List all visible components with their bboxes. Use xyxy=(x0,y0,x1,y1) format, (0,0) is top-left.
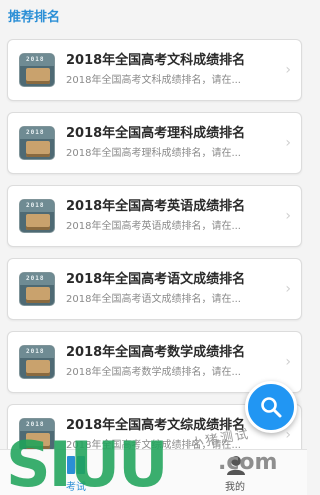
chevron-right-icon: › xyxy=(285,208,291,224)
card-description: 2018年全国高考语文成绩排名，请在... xyxy=(66,294,241,305)
search-icon xyxy=(261,397,282,418)
chevron-right-icon: › xyxy=(285,62,291,78)
card-description: 2018年全国高考理科成绩排名，请在... xyxy=(66,148,241,159)
card-title: 2018年全国高考文科成绩排名 xyxy=(66,53,246,68)
svg-text:SIUU: SIUU xyxy=(6,428,166,495)
ranking-card-chinese[interactable]: 2018 2018年全国高考语文成绩排名 2018年全国高考语文成绩排名，请在.… xyxy=(7,258,302,320)
chevron-right-icon: › xyxy=(285,427,291,443)
book-cover-thumbnail: 2018 xyxy=(19,345,55,379)
card-title: 2018年全国高考数学成绩排名 xyxy=(66,345,246,360)
card-title: 2018年全国高考语文成绩排名 xyxy=(66,272,246,287)
book-cover-thumbnail: 2018 xyxy=(19,272,55,306)
section-title: 推荐排名 xyxy=(8,10,61,25)
ranking-card-like[interactable]: 2018 2018年全国高考理科成绩排名 2018年全国高考理科成绩排名，请在.… xyxy=(7,112,302,174)
book-cover-thumbnail: 2018 xyxy=(19,53,55,87)
card-description: 2018年全国高考文科成绩排名，请在... xyxy=(66,75,241,86)
book-cover-thumbnail: 2018 xyxy=(19,126,55,160)
card-title: 2018年全国高考英语成绩排名 xyxy=(66,199,246,214)
chevron-right-icon: › xyxy=(285,354,291,370)
chevron-right-icon: › xyxy=(285,281,291,297)
ranking-card-wenke[interactable]: 2018 2018年全国高考文科成绩排名 2018年全国高考文科成绩排名，请在.… xyxy=(7,39,302,101)
app-page: 推荐排名 2018 2018年全国高考文科成绩排名 2018年全国高考文科成绩排… xyxy=(0,0,307,495)
card-description: 2018年全国高考数学成绩排名，请在... xyxy=(66,367,241,378)
chevron-right-icon: › xyxy=(285,135,291,151)
watermark-logo: SIUU xyxy=(6,428,168,495)
book-cover-thumbnail: 2018 xyxy=(19,199,55,233)
search-fab-button[interactable] xyxy=(245,381,297,433)
card-description: 2018年全国高考英语成绩排名，请在... xyxy=(66,221,241,232)
ranking-card-english[interactable]: 2018 2018年全国高考英语成绩排名 2018年全国高考英语成绩排名，请在.… xyxy=(7,185,302,247)
card-title: 2018年全国高考理科成绩排名 xyxy=(66,126,246,141)
watermark-domain: .com xyxy=(218,450,278,475)
